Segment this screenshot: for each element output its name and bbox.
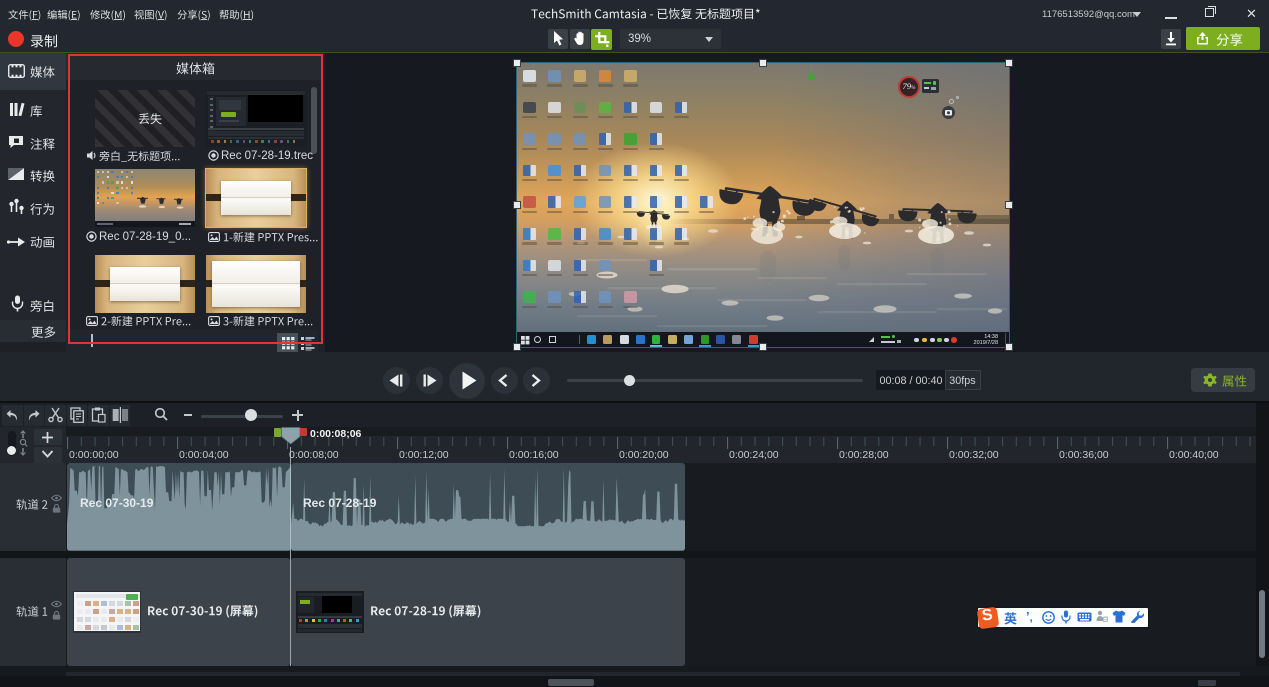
svg-text:a: a: [15, 139, 18, 145]
